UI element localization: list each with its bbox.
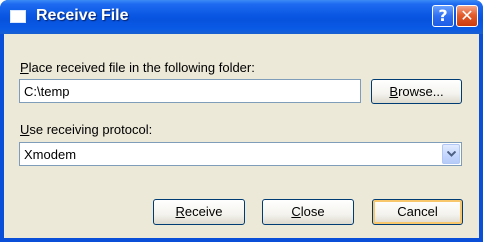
cancel-label: Cancel xyxy=(397,204,438,219)
protocol-select[interactable]: Xmodem xyxy=(19,142,462,166)
help-icon: ? xyxy=(438,6,448,25)
close-icon: ✕ xyxy=(460,6,474,25)
title-bar[interactable]: Receive File ? ✕ xyxy=(0,0,483,34)
window-title: Receive File xyxy=(36,7,129,24)
window-icon xyxy=(10,10,26,23)
close-window-button[interactable]: ✕ xyxy=(456,5,478,27)
receive-accel: R xyxy=(175,204,185,219)
receive-label: eceive xyxy=(184,204,223,219)
browse-button[interactable]: Browse... xyxy=(371,79,462,104)
protocol-dropdown-button[interactable] xyxy=(442,144,460,164)
protocol-label: Use receiving protocol: xyxy=(20,122,152,137)
chevron-down-icon xyxy=(447,151,456,157)
cancel-button[interactable]: Cancel xyxy=(372,199,463,225)
close-accel: C xyxy=(291,204,301,219)
protocol-label-accel: U xyxy=(20,122,30,137)
close-button[interactable]: Close xyxy=(262,199,354,225)
close-label: lose xyxy=(300,204,325,219)
receive-button[interactable]: Receive xyxy=(153,199,245,225)
folder-label-accel: P xyxy=(20,60,29,75)
protocol-label-text: se receiving protocol: xyxy=(29,122,153,137)
folder-label-text: lace received file in the following fold… xyxy=(28,60,255,75)
receive-file-dialog: Receive File ? ✕ Place received file in … xyxy=(0,0,483,242)
folder-input-value: C:\temp xyxy=(24,84,70,99)
browse-label: rowse... xyxy=(398,84,444,99)
browse-accel: B xyxy=(389,84,399,99)
folder-label: Place received file in the following fol… xyxy=(20,60,255,75)
dialog-body: Place received file in the following fol… xyxy=(4,34,479,238)
folder-input[interactable]: C:\temp xyxy=(19,79,361,103)
protocol-select-value: Xmodem xyxy=(24,147,77,162)
help-button[interactable]: ? xyxy=(432,5,454,27)
